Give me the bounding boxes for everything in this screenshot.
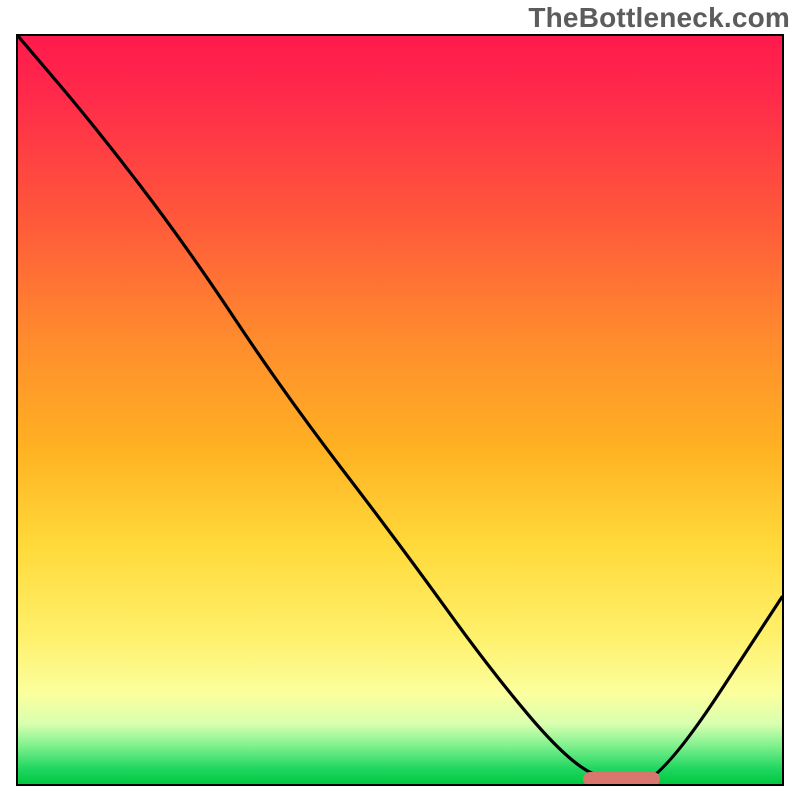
optimal-range-marker [583, 772, 659, 786]
plot-area [16, 34, 784, 786]
bottleneck-curve [18, 36, 782, 784]
curve-path [18, 36, 782, 784]
watermark-text: TheBottleneck.com [528, 2, 790, 34]
chart-container: TheBottleneck.com [0, 0, 800, 800]
